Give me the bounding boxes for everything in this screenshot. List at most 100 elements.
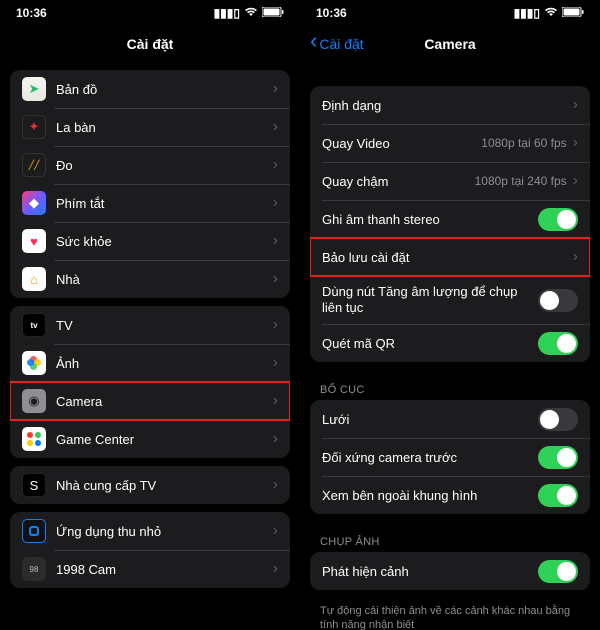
chevron-left-icon <box>310 36 317 52</box>
row-label: Bản đồ <box>56 82 273 97</box>
health-icon: ♥ <box>22 229 46 253</box>
row-label: Đo <box>56 158 273 173</box>
chevron-right-icon: › <box>273 118 278 136</box>
wifi-icon <box>244 6 258 20</box>
row-tv[interactable]: tv TV › <box>10 306 290 344</box>
row-health[interactable]: ♥ Sức khỏe › <box>10 222 290 260</box>
back-button[interactable]: Cài đặt <box>310 36 364 52</box>
settings-group-3: S Nhà cung cấp TV › <box>10 466 290 504</box>
chevron-right-icon: › <box>273 522 278 540</box>
camera-group-1: Định dạng › Quay Video 1080p tại 60 fps … <box>310 86 590 362</box>
row-label: Phát hiện cảnh <box>322 564 538 579</box>
chevron-right-icon: › <box>273 476 278 494</box>
camera-group-3: Phát hiện cảnh <box>310 552 590 590</box>
row-label: Game Center <box>56 432 273 447</box>
row-format[interactable]: Định dạng › <box>310 86 590 124</box>
page-title: Camera <box>424 36 475 52</box>
row-scene-detection: Phát hiện cảnh <box>310 552 590 590</box>
shortcuts-icon: ◆ <box>22 191 46 215</box>
chevron-right-icon: › <box>273 560 278 578</box>
toggle-stereo[interactable] <box>538 208 578 231</box>
row-photos[interactable]: Ảnh › <box>10 344 290 382</box>
toggle-mirror-front[interactable] <box>538 446 578 469</box>
toggle-qr[interactable] <box>538 332 578 355</box>
row-label: Sức khỏe <box>56 234 273 249</box>
row-tvprovider[interactable]: S Nhà cung cấp TV › <box>10 466 290 504</box>
chevron-right-icon: › <box>273 156 278 174</box>
maps-icon: ➤ <box>22 77 46 101</box>
row-label: Ứng dụng thu nhỏ <box>56 524 273 539</box>
settings-group-2: tv TV › Ảnh › ◉ Camera › <box>10 306 290 458</box>
row-preserve-settings[interactable]: Bảo lưu cài đặt › <box>310 238 590 276</box>
chevron-right-icon: › <box>573 248 578 266</box>
status-time: 10:36 <box>16 6 47 20</box>
row-label: Ghi âm thanh stereo <box>322 212 538 227</box>
chevron-right-icon: › <box>573 96 578 114</box>
row-mirror-front: Đối xứng camera trước <box>310 438 590 476</box>
row-stereo: Ghi âm thanh stereo <box>310 200 590 238</box>
camera-icon: ◉ <box>22 389 46 413</box>
chevron-right-icon: › <box>273 232 278 250</box>
row-label: Định dạng <box>322 98 573 113</box>
row-label: La bàn <box>56 120 273 135</box>
toggle-scene-detection[interactable] <box>538 560 578 583</box>
photos-icon <box>22 351 46 375</box>
row-label: Bảo lưu cài đặt <box>322 250 573 265</box>
signal-icon: ▮▮▮▯ <box>514 6 540 20</box>
row-label: Đối xứng camera trước <box>322 450 538 465</box>
row-label: Dùng nút Tăng âm lượng để chụp liên tục <box>322 284 538 317</box>
row-camera[interactable]: ◉ Camera › <box>10 382 290 420</box>
row-shortcuts[interactable]: ◆ Phím tắt › <box>10 184 290 222</box>
status-bar: 10:36 ▮▮▮▯ <box>0 0 300 26</box>
status-indicators: ▮▮▮▯ <box>214 6 284 20</box>
chevron-right-icon: › <box>573 172 578 190</box>
status-indicators: ▮▮▮▯ <box>514 6 584 20</box>
row-maps[interactable]: ➤ Bản đồ › <box>10 70 290 108</box>
battery-icon <box>562 6 584 20</box>
battery-icon <box>262 6 284 20</box>
row-label: Phím tắt <box>56 196 273 211</box>
status-bar: 10:36 ▮▮▮▯ <box>300 0 600 26</box>
chevron-right-icon: › <box>273 354 278 372</box>
row-grid: Lưới <box>310 400 590 438</box>
chevron-right-icon: › <box>273 194 278 212</box>
row-home[interactable]: ⌂ Nhà › <box>10 260 290 298</box>
row-compass[interactable]: ✦ La bàn › <box>10 108 290 146</box>
status-time: 10:36 <box>316 6 347 20</box>
cam1998-icon: 98 <box>22 557 46 581</box>
nav-bar: Cài đặt <box>0 26 300 62</box>
row-measure[interactable]: ╱╱ Đo › <box>10 146 290 184</box>
row-detail: 1080p tại 60 fps <box>481 136 566 150</box>
row-qr: Quét mã QR <box>310 324 590 362</box>
row-label: Nhà <box>56 272 273 287</box>
appthumb-icon <box>22 519 46 543</box>
signal-icon: ▮▮▮▯ <box>214 6 240 20</box>
row-1998cam[interactable]: 98 1998 Cam › <box>10 550 290 588</box>
row-label: Quét mã QR <box>322 336 538 351</box>
camera-group-2: Lưới Đối xứng camera trước Xem bên ngoài… <box>310 400 590 514</box>
row-appthumb[interactable]: Ứng dụng thu nhỏ › <box>10 512 290 550</box>
row-label: TV <box>56 318 273 333</box>
row-label: 1998 Cam <box>56 562 273 577</box>
toggle-volume-burst[interactable] <box>538 289 578 312</box>
toggle-grid[interactable] <box>538 408 578 431</box>
row-label: Camera <box>56 394 273 409</box>
chevron-right-icon: › <box>273 316 278 334</box>
nav-bar: Cài đặt Camera <box>300 26 600 62</box>
settings-group-1: ➤ Bản đồ › ✦ La bàn › ╱╱ Đo › ◆ Phím tắt <box>10 70 290 298</box>
measure-icon: ╱╱ <box>22 153 46 177</box>
section-header-composition: BỐ CỤC <box>300 370 600 400</box>
gamecenter-icon <box>22 427 46 451</box>
toggle-outside-frame[interactable] <box>538 484 578 507</box>
section-header-capture: CHỤP ẢNH <box>300 522 600 552</box>
row-slomo[interactable]: Quay chậm 1080p tại 240 fps › <box>310 162 590 200</box>
chevron-right-icon: › <box>573 134 578 152</box>
row-label: Nhà cung cấp TV <box>56 478 273 493</box>
row-record-video[interactable]: Quay Video 1080p tại 60 fps › <box>310 124 590 162</box>
chevron-right-icon: › <box>273 80 278 98</box>
row-gamecenter[interactable]: Game Center › <box>10 420 290 458</box>
page-title: Cài đặt <box>127 36 174 52</box>
row-label: Ảnh <box>56 356 273 371</box>
compass-icon: ✦ <box>22 115 46 139</box>
chevron-right-icon: › <box>273 392 278 410</box>
